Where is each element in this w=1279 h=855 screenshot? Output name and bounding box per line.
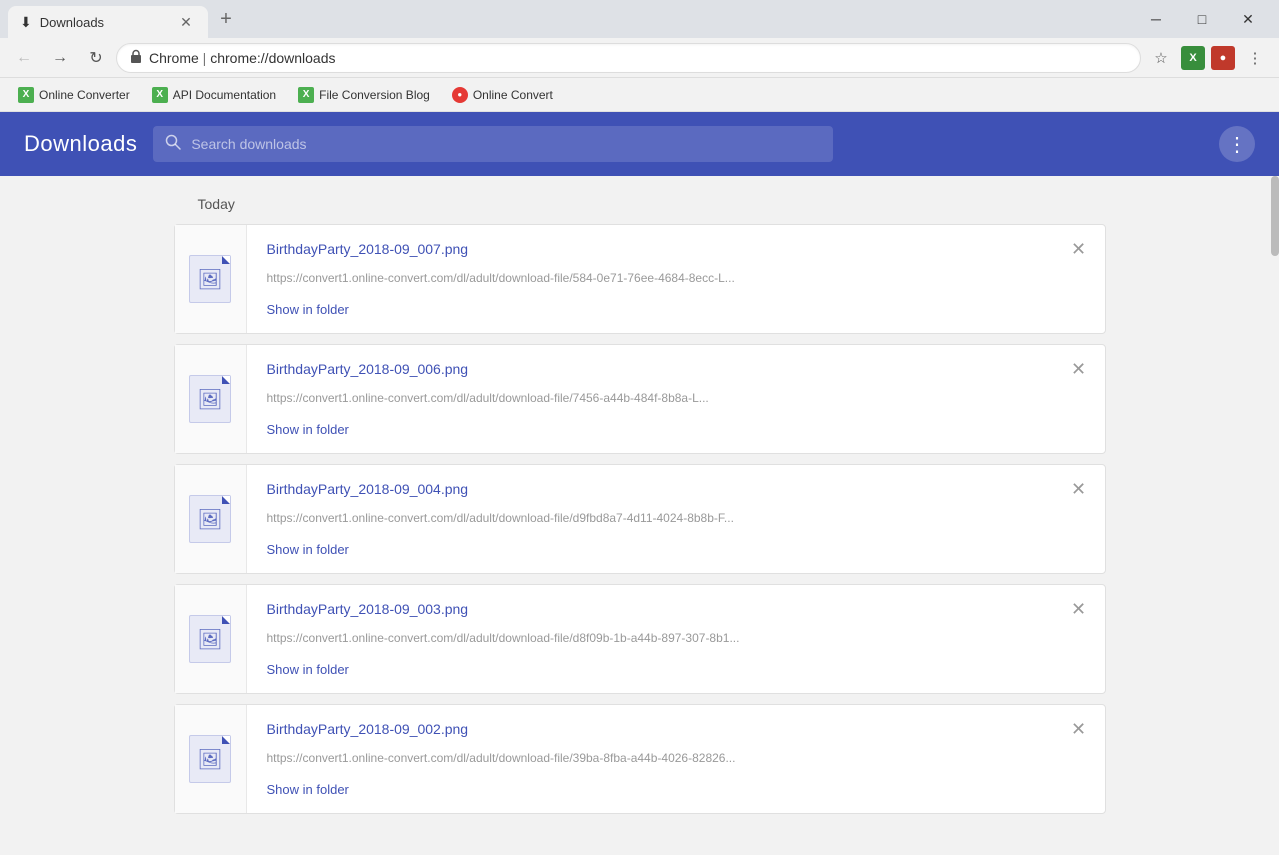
download-url: https://convert1.online-convert.com/dl/a…: [267, 511, 827, 525]
tab-close-button[interactable]: ✕: [176, 12, 196, 32]
download-info: BirthdayParty_2018-09_004.png https://co…: [247, 465, 1105, 573]
image-icon: 🖼: [197, 387, 222, 412]
bookmark-label-2: API Documentation: [173, 88, 276, 102]
show-in-folder-button[interactable]: Show in folder: [267, 422, 1057, 437]
download-close-button[interactable]: ✕: [1065, 475, 1093, 503]
download-url: https://convert1.online-convert.com/dl/a…: [267, 391, 827, 405]
download-info: BirthdayParty_2018-09_003.png https://co…: [247, 585, 1105, 693]
download-filename[interactable]: BirthdayParty_2018-09_007.png: [267, 241, 1057, 257]
show-in-folder-button[interactable]: Show in folder: [267, 662, 1057, 677]
bookmark-label-4: Online Convert: [473, 88, 553, 102]
download-thumbnail: 🖼: [175, 225, 247, 333]
nav-bar: ← → ↻ Chrome | chrome://downloads ☆ X ● …: [0, 38, 1279, 78]
download-thumbnail: 🖼: [175, 705, 247, 813]
download-item: 🖼 BirthdayParty_2018-09_003.png https://…: [174, 584, 1106, 694]
image-icon: 🖼: [197, 747, 222, 772]
address-url: chrome://downloads: [210, 50, 335, 66]
downloads-header: Downloads ⋮: [0, 112, 1279, 176]
download-item: 🖼 BirthdayParty_2018-09_006.png https://…: [174, 344, 1106, 454]
address-bar[interactable]: Chrome | chrome://downloads: [116, 43, 1141, 73]
file-icon: 🖼: [189, 375, 231, 423]
bookmark-label-1: Online Converter: [39, 88, 130, 102]
download-close-button[interactable]: ✕: [1065, 595, 1093, 623]
file-icon: 🖼: [189, 615, 231, 663]
window-controls: ─ □ ✕: [1133, 0, 1271, 38]
download-url: https://convert1.online-convert.com/dl/a…: [267, 631, 827, 645]
download-info: BirthdayParty_2018-09_002.png https://co…: [247, 705, 1105, 813]
star-button[interactable]: ☆: [1145, 42, 1177, 74]
downloads-page: Downloads ⋮ Today: [0, 112, 1279, 855]
image-icon: 🖼: [197, 267, 222, 292]
download-filename[interactable]: BirthdayParty_2018-09_006.png: [267, 361, 1057, 377]
title-bar: ⬇ Downloads ✕ + ─ □ ✕: [0, 0, 1279, 38]
search-icon: [165, 134, 181, 155]
close-button[interactable]: ✕: [1225, 0, 1271, 38]
download-thumbnail: 🖼: [175, 465, 247, 573]
browser-tab[interactable]: ⬇ Downloads ✕: [8, 6, 208, 38]
address-label-chrome: Chrome: [149, 50, 199, 66]
scrollbar-thumb[interactable]: [1271, 176, 1279, 256]
section-label-today: Today: [174, 196, 1106, 224]
download-url: https://convert1.online-convert.com/dl/a…: [267, 271, 827, 285]
nav-right-buttons: ☆ X ● ⋮: [1145, 42, 1271, 74]
bookmarks-bar: X Online Converter X API Documentation X…: [0, 78, 1279, 112]
bookmark-file-conversion-blog[interactable]: X File Conversion Blog: [288, 83, 440, 107]
show-in-folder-button[interactable]: Show in folder: [267, 542, 1057, 557]
tab-title: Downloads: [40, 15, 168, 30]
download-item: 🖼 BirthdayParty_2018-09_004.png https://…: [174, 464, 1106, 574]
downloads-page-title: Downloads: [24, 131, 137, 157]
bookmark-online-convert[interactable]: ● Online Convert: [442, 83, 563, 107]
refresh-button[interactable]: ↻: [80, 42, 112, 74]
download-item: 🖼 BirthdayParty_2018-09_002.png https://…: [174, 704, 1106, 814]
download-close-button[interactable]: ✕: [1065, 235, 1093, 263]
download-filename[interactable]: BirthdayParty_2018-09_003.png: [267, 601, 1057, 617]
image-icon: 🖼: [197, 507, 222, 532]
file-icon: 🖼: [189, 255, 231, 303]
download-thumbnail: 🖼: [175, 345, 247, 453]
lock-icon: [129, 49, 143, 66]
download-thumbnail: 🖼: [175, 585, 247, 693]
show-in-folder-button[interactable]: Show in folder: [267, 302, 1057, 317]
bookmark-label-3: File Conversion Blog: [319, 88, 430, 102]
bookmark-favicon-4: ●: [452, 87, 468, 103]
content-wrapper: Today 🖼 BirthdayParty_2018-09_007.png ht…: [150, 196, 1130, 814]
forward-button[interactable]: →: [44, 42, 76, 74]
tab-favicon: ⬇: [20, 14, 32, 31]
download-filename[interactable]: BirthdayParty_2018-09_002.png: [267, 721, 1057, 737]
file-icon: 🖼: [189, 735, 231, 783]
download-url: https://convert1.online-convert.com/dl/a…: [267, 751, 827, 765]
browser-frame: ⬇ Downloads ✕ + ─ □ ✕ ← → ↻ Chrome | chr…: [0, 0, 1279, 855]
maximize-button[interactable]: □: [1179, 0, 1225, 38]
scrollbar-track: [1271, 176, 1279, 855]
minimize-button[interactable]: ─: [1133, 0, 1179, 38]
bookmark-online-converter[interactable]: X Online Converter: [8, 83, 140, 107]
image-icon: 🖼: [197, 627, 222, 652]
download-filename[interactable]: BirthdayParty_2018-09_004.png: [267, 481, 1057, 497]
downloads-more-button[interactable]: ⋮: [1219, 126, 1255, 162]
search-bar[interactable]: [153, 126, 833, 162]
address-label: Chrome | chrome://downloads: [149, 50, 1128, 66]
back-button[interactable]: ←: [8, 42, 40, 74]
bookmark-api-docs[interactable]: X API Documentation: [142, 83, 286, 107]
ext-icon-1[interactable]: X: [1181, 46, 1205, 70]
ext-icon-2[interactable]: ●: [1211, 46, 1235, 70]
download-close-button[interactable]: ✕: [1065, 355, 1093, 383]
download-info: BirthdayParty_2018-09_007.png https://co…: [247, 225, 1105, 333]
bookmark-favicon-3: X: [298, 87, 314, 103]
bookmark-favicon-2: X: [152, 87, 168, 103]
downloads-content: Today 🖼 BirthdayParty_2018-09_007.png ht…: [0, 176, 1279, 855]
file-icon: 🖼: [189, 495, 231, 543]
download-close-button[interactable]: ✕: [1065, 715, 1093, 743]
search-input[interactable]: [191, 136, 821, 152]
more-icon: ⋮: [1227, 132, 1247, 157]
show-in-folder-button[interactable]: Show in folder: [267, 782, 1057, 797]
menu-button[interactable]: ⋮: [1239, 42, 1271, 74]
download-item: 🖼 BirthdayParty_2018-09_007.png https://…: [174, 224, 1106, 334]
download-info: BirthdayParty_2018-09_006.png https://co…: [247, 345, 1105, 453]
bookmark-favicon-1: X: [18, 87, 34, 103]
new-tab-button[interactable]: +: [212, 5, 240, 33]
